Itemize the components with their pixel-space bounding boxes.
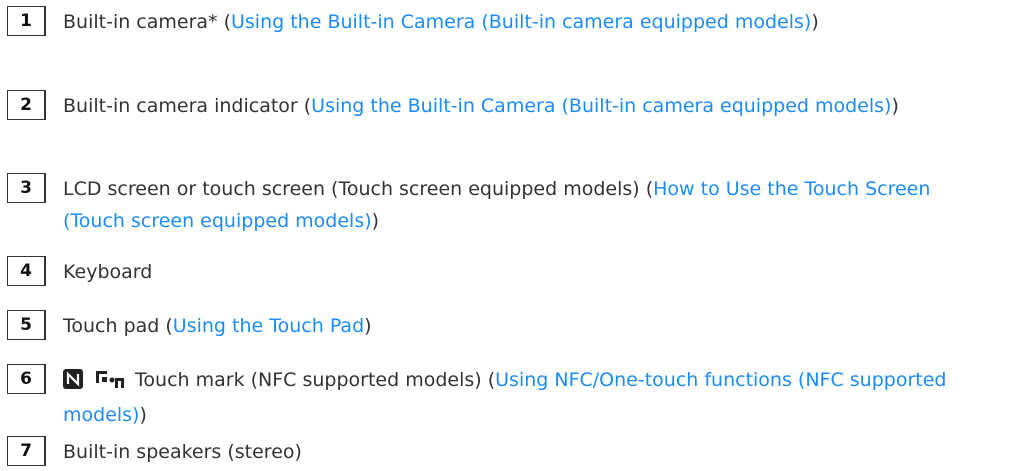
list-item: 4 Keyboard <box>7 256 997 288</box>
item-text-suffix: ) <box>811 11 819 33</box>
item-description: Touch pad (Using the Touch Pad) <box>63 310 997 342</box>
one-touch-icon <box>96 371 124 388</box>
nfc-icons <box>63 367 125 399</box>
item-number: 1 <box>7 6 46 36</box>
list-item: 6 Touch mark (NFC supported models) (Usi… <box>7 364 997 431</box>
list-item: 1 Built-in camera* (Using the Built-in C… <box>7 6 997 38</box>
item-description: Touch mark (NFC supported models) (Using… <box>63 364 997 431</box>
list-item: 3 LCD screen or touch screen (Touch scre… <box>7 173 997 237</box>
item-link[interactable]: Using the Built-in Camera (Built-in came… <box>311 95 891 117</box>
list-item: 7 Built-in speakers (stereo) <box>7 436 997 468</box>
item-description: Built-in camera indicator (Using the Bui… <box>63 90 997 122</box>
item-number: 2 <box>7 90 46 120</box>
item-description: Keyboard <box>63 256 997 288</box>
item-link[interactable]: Using the Built-in Camera (Built-in came… <box>231 11 811 33</box>
item-text: Built-in speakers (stereo) <box>63 441 302 463</box>
item-text: Built-in camera* ( <box>63 11 231 33</box>
item-text-suffix: ) <box>891 95 899 117</box>
list-item: 2 Built-in camera indicator (Using the B… <box>7 90 997 122</box>
item-text: Built-in camera indicator ( <box>63 95 312 117</box>
item-text: LCD screen or touch screen (Touch screen… <box>63 178 654 200</box>
item-text: Touch mark (NFC supported models) ( <box>129 369 496 391</box>
item-number: 3 <box>7 173 46 203</box>
item-description: Built-in speakers (stereo) <box>63 436 997 468</box>
list-item: 5 Touch pad (Using the Touch Pad) <box>7 310 997 342</box>
item-text-suffix: ) <box>139 404 147 426</box>
item-number: 6 <box>7 364 46 394</box>
item-text-suffix: ) <box>364 315 372 337</box>
item-text: Touch pad ( <box>63 315 173 337</box>
item-description: LCD screen or touch screen (Touch screen… <box>63 173 997 237</box>
nfc-n-mark-icon <box>63 369 83 389</box>
item-number: 4 <box>7 256 46 286</box>
item-text: Keyboard <box>63 261 153 283</box>
item-text-suffix: ) <box>371 210 380 232</box>
item-link[interactable]: Using the Touch Pad <box>173 315 364 337</box>
item-number: 7 <box>7 436 46 466</box>
item-description: Built-in camera* (Using the Built-in Cam… <box>63 6 997 38</box>
item-number: 5 <box>7 310 46 340</box>
